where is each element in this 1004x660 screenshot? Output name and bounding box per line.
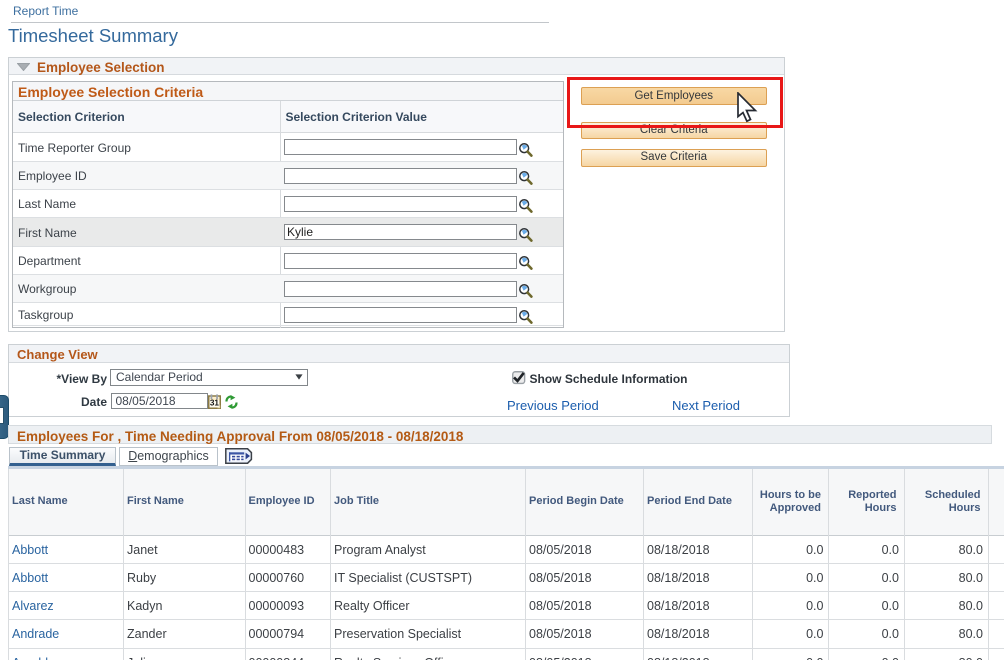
svg-text:31: 31: [209, 398, 219, 407]
